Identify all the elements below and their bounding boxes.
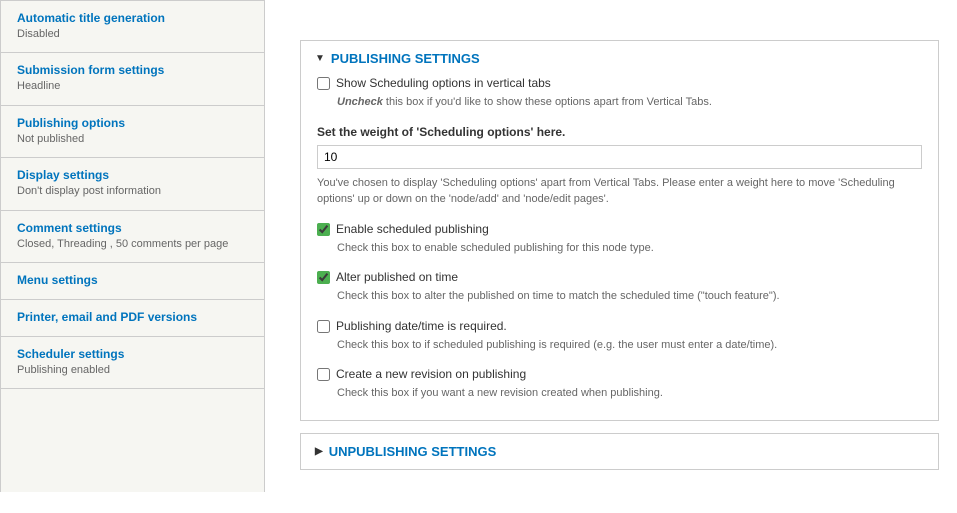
alter-published-label: Alter published on time <box>336 270 458 284</box>
sidebar-item-sub: Disabled <box>17 27 252 42</box>
sidebar-item-label: Submission form settings <box>17 63 252 77</box>
sidebar-item-submission-form[interactable]: Submission form settings Headline <box>1 53 264 105</box>
fieldset-title: Publishing Settings <box>331 51 480 66</box>
sidebar-item-label: Publishing options <box>17 116 252 130</box>
sidebar-item-display-settings[interactable]: Display settings Don't display post info… <box>1 158 264 210</box>
caret-right-icon: ▶ <box>315 446 323 457</box>
sidebar-item-sub: Not published <box>17 132 252 147</box>
sidebar-item-menu-settings[interactable]: Menu settings <box>1 263 264 300</box>
publishing-settings-fieldset: ▼ Publishing Settings Show Scheduling op… <box>300 40 939 421</box>
sidebar-item-label: Comment settings <box>17 221 252 235</box>
revision-label: Create a new revision on publishing <box>336 367 526 381</box>
weight-help: You've chosen to display 'Scheduling opt… <box>317 175 922 208</box>
caret-down-icon: ▼ <box>315 53 325 64</box>
enable-scheduled-checkbox[interactable] <box>317 223 330 236</box>
weight-label: Set the weight of 'Scheduling options' h… <box>317 125 922 139</box>
fieldset-title: Unpublishing Settings <box>329 444 497 459</box>
revision-desc: Check this box if you want a new revisio… <box>337 385 922 402</box>
vertical-tabs: Automatic title generation Disabled Subm… <box>0 0 265 492</box>
sidebar-item-label: Menu settings <box>17 273 252 287</box>
sidebar-item-sub: Headline <box>17 79 252 94</box>
show-scheduling-tabs-label: Show Scheduling options in vertical tabs <box>336 76 551 90</box>
sidebar-item-scheduler-settings[interactable]: Scheduler settings Publishing enabled <box>1 337 264 389</box>
weight-input[interactable] <box>317 145 922 169</box>
main-content: ▼ Publishing Settings Show Scheduling op… <box>265 0 957 492</box>
alter-published-row: Alter published on time Check this box t… <box>317 270 922 305</box>
sidebar-item-sub: Closed, Threading , 50 comments per page <box>17 237 252 252</box>
revision-checkbox[interactable] <box>317 368 330 381</box>
sidebar-item-publishing-options[interactable]: Publishing options Not published <box>1 106 264 158</box>
show-scheduling-tabs-checkbox[interactable] <box>317 77 330 90</box>
required-row: Publishing date/time is required. Check … <box>317 319 922 354</box>
sidebar-item-sub: Don't display post information <box>17 184 252 199</box>
weight-row: Set the weight of 'Scheduling options' h… <box>317 125 922 208</box>
sidebar-item-sub: Publishing enabled <box>17 363 252 378</box>
enable-scheduled-desc: Check this box to enable scheduled publi… <box>337 240 922 257</box>
required-label: Publishing date/time is required. <box>336 319 507 333</box>
sidebar-item-auto-title[interactable]: Automatic title generation Disabled <box>1 1 264 53</box>
sidebar-item-printer-email-pdf[interactable]: Printer, email and PDF versions <box>1 300 264 337</box>
enable-scheduled-row: Enable scheduled publishing Check this b… <box>317 222 922 257</box>
sidebar-item-label: Printer, email and PDF versions <box>17 310 252 324</box>
publishing-settings-legend[interactable]: ▼ Publishing Settings <box>301 41 938 76</box>
sidebar-item-label: Scheduler settings <box>17 347 252 361</box>
sidebar-item-label: Automatic title generation <box>17 11 252 25</box>
show-scheduling-tabs-row: Show Scheduling options in vertical tabs… <box>317 76 922 111</box>
show-scheduling-tabs-desc: Uncheck this box if you'd like to show t… <box>337 94 922 111</box>
sidebar-item-comment-settings[interactable]: Comment settings Closed, Threading , 50 … <box>1 211 264 263</box>
sidebar-item-label: Display settings <box>17 168 252 182</box>
alter-published-desc: Check this box to alter the published on… <box>337 288 922 305</box>
unpublishing-settings-fieldset: ▶ Unpublishing Settings <box>300 433 939 470</box>
required-checkbox[interactable] <box>317 320 330 333</box>
alter-published-checkbox[interactable] <box>317 271 330 284</box>
revision-row: Create a new revision on publishing Chec… <box>317 367 922 402</box>
unpublishing-settings-legend[interactable]: ▶ Unpublishing Settings <box>301 434 938 469</box>
required-desc: Check this box to if scheduled publishin… <box>337 337 922 354</box>
enable-scheduled-label: Enable scheduled publishing <box>336 222 489 236</box>
